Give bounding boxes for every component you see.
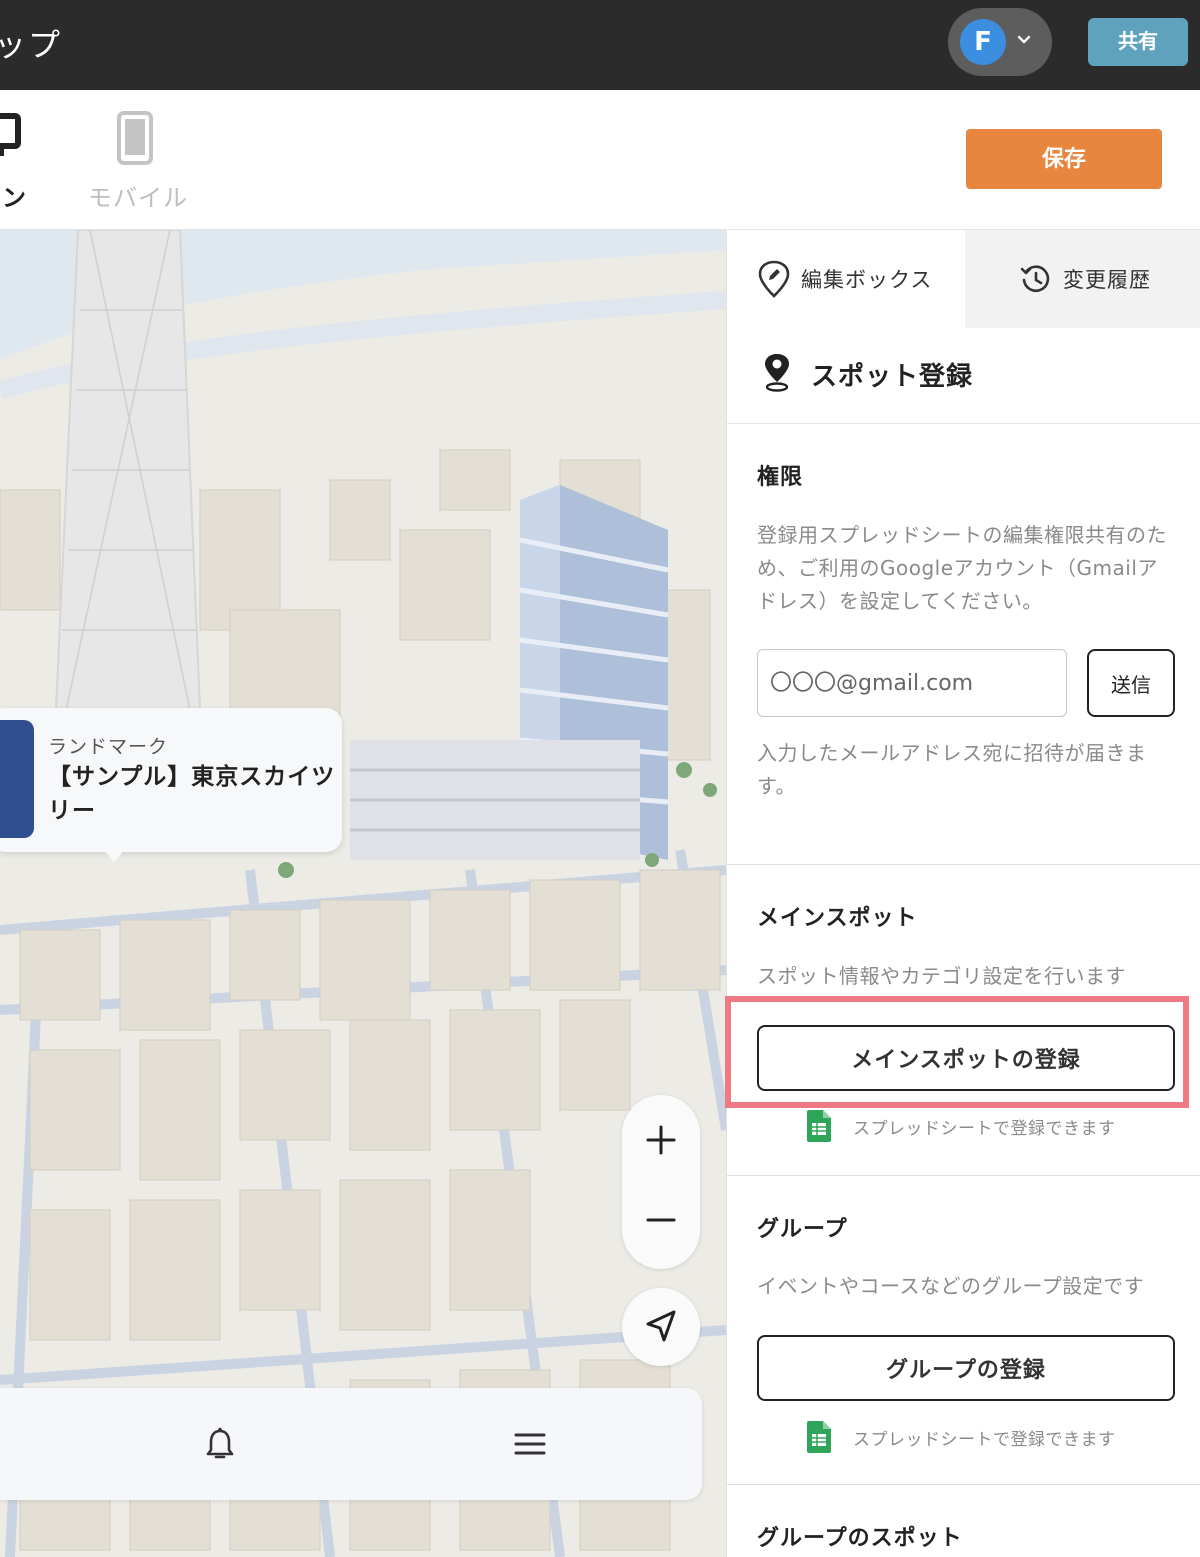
top-bar: ップ F 共有 [0, 0, 1200, 90]
page-title: スポット登録 [811, 362, 974, 392]
sheet-note-text: スプレッドシートで登録できます [853, 1430, 1116, 1450]
callout-pointer [102, 848, 126, 862]
permission-title: 権限 [757, 465, 804, 490]
zoom-control [622, 1095, 700, 1269]
save-button[interactable]: 保存 [966, 129, 1162, 189]
group-sheet-note: スプレッドシートで登録できます [807, 1421, 1167, 1453]
map-view[interactable]: ランドマーク 【サンプル】東京スカイツリー [0, 230, 726, 1557]
callout-spot-name: 【サンプル】東京スカイツリー [48, 764, 336, 824]
group-title: グループ [757, 1217, 848, 1242]
account-menu[interactable]: F [948, 8, 1052, 76]
tab-edit-box[interactable]: 編集ボックス [727, 230, 965, 328]
group-spot-title: グループのスポット [757, 1526, 963, 1551]
location-pin-icon [765, 354, 789, 392]
history-icon [1020, 265, 1050, 293]
chevron-down-icon [1017, 35, 1031, 44]
spreadsheet-icon [807, 1110, 831, 1142]
tab-history[interactable]: 変更履歴 [965, 230, 1200, 328]
zoom-in-icon[interactable] [622, 1095, 700, 1182]
main-spot-title: メインスポット [757, 906, 918, 931]
bell-icon[interactable] [202, 1426, 238, 1462]
view-toolbar: コン モバイル 保存 [0, 90, 1200, 230]
spreadsheet-icon [807, 1421, 831, 1453]
mobile-icon[interactable] [116, 110, 154, 166]
group-section: グループ イベントやコースなどのグループ設定です グループの登録 スプレッドシー… [727, 1177, 1200, 1485]
tab-mobile-label[interactable]: モバイル [88, 178, 188, 213]
main-spot-sheet-note: スプレッドシートで登録できます [807, 1110, 1167, 1142]
tab-edit-box-label: 編集ボックス [801, 268, 933, 292]
app-title: ップ [0, 26, 63, 64]
desktop-icon[interactable] [0, 112, 22, 158]
send-button[interactable]: 送信 [1087, 649, 1175, 717]
map-3d-scene [0, 230, 726, 1557]
main-spot-description: スポット情報やカテゴリ設定を行います [757, 964, 1126, 988]
callout-category: ランドマーク [48, 736, 169, 758]
group-spot-section: グループのスポット [727, 1486, 1200, 1557]
map-pin-edit-icon [758, 260, 790, 298]
tab-pc-label[interactable]: コン [0, 178, 26, 213]
group-description: イベントやコースなどのグループ設定です [757, 1274, 1145, 1298]
permission-section: 権限 登録用スプレッドシートの編集権限共有のため、ご利用のGoogleアカウント… [727, 425, 1200, 865]
share-button[interactable]: 共有 [1088, 18, 1188, 66]
register-main-spot-button[interactable]: メインスポットの登録 [757, 1025, 1175, 1091]
tab-history-label: 変更履歴 [1063, 268, 1151, 292]
register-group-button[interactable]: グループの登録 [757, 1335, 1175, 1401]
menu-icon[interactable] [512, 1426, 548, 1462]
permission-description: 登録用スプレッドシートの編集権限共有のため、ご利用のGoogleアカウント（Gm… [757, 523, 1167, 613]
locate-icon[interactable] [622, 1288, 700, 1366]
spot-callout[interactable]: ランドマーク 【サンプル】東京スカイツリー [0, 708, 342, 862]
email-field[interactable] [757, 649, 1067, 717]
invite-note: 入力したメールアドレス宛に招待が届きます。 [757, 741, 1147, 798]
edit-panel: 編集ボックス 変更履歴 スポット登録 権限 登録用スプレッドシートの編集権限共有… [725, 230, 1200, 1557]
map-bottom-nav [0, 1388, 702, 1500]
zoom-out-icon[interactable] [622, 1182, 700, 1269]
main-spot-section: メインスポット スポット情報やカテゴリ設定を行います メインスポットの登録 スプ… [725, 866, 1200, 1176]
avatar: F [960, 19, 1006, 65]
callout-thumbnail [0, 720, 34, 838]
sheet-note-text: スプレッドシートで登録できます [853, 1119, 1116, 1139]
spot-register-header: スポット登録 [727, 328, 1200, 424]
